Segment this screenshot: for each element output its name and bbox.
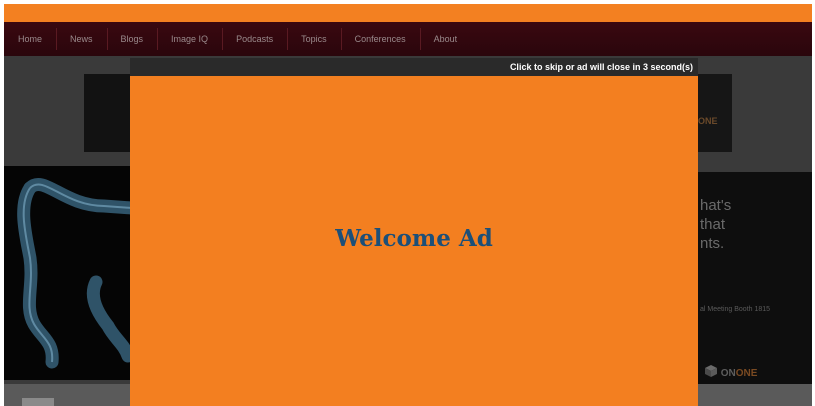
nav-item-topics[interactable]: Topics [287,28,341,50]
main-nav: Home News Blogs Image IQ Podcasts Topics… [4,22,812,56]
top-accent-bar [4,4,812,22]
colon-xray-illustration [17,178,132,369]
ad-skip-bar[interactable]: Click to skip or ad will close in 3 seco… [130,58,698,76]
banner-right-logo-text: ONE [698,116,718,126]
hero-right-logo: ONONE [704,364,757,379]
leaderboard-banner-left [84,74,134,152]
nav-item-image-iq[interactable]: Image IQ [157,28,222,50]
nav-item-news[interactable]: News [56,28,107,50]
hero-image-left [4,166,132,380]
nav-item-conferences[interactable]: Conferences [340,28,420,50]
nav-item-about[interactable]: About [419,28,472,50]
hero-right-headline: hat's that nts. [700,197,732,252]
nav-item-blogs[interactable]: Blogs [106,28,158,50]
bottom-tab [22,398,54,406]
nav-item-podcasts[interactable]: Podcasts [222,28,287,50]
leaderboard-banner-right [694,74,732,152]
nav-item-home[interactable]: Home [4,34,56,44]
cube-icon [705,365,717,377]
welcome-ad-title: Welcome Ad [335,224,493,252]
welcome-ad-modal[interactable]: Welcome Ad [130,76,698,406]
hero-right-caption: al Meeting Booth 1815 [700,306,771,313]
